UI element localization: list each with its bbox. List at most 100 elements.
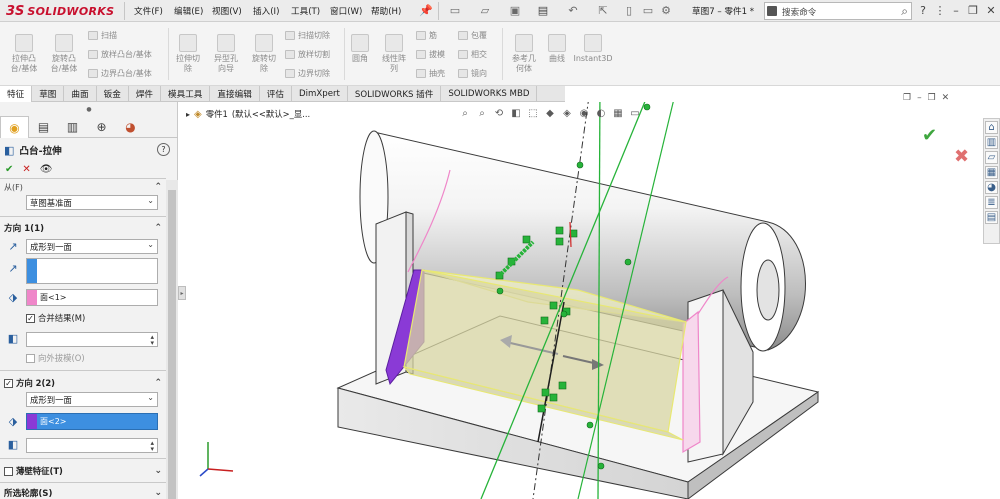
section-view-icon[interactable]: ◧ (509, 106, 523, 120)
hole-wizard-button[interactable]: 异型孔 向导 (208, 34, 244, 73)
rib-button[interactable]: 筋 (416, 30, 437, 41)
dimxpert-manager-tab-icon[interactable]: ⊕ (87, 116, 116, 138)
preview-eye-icon[interactable]: 👁 (40, 164, 53, 175)
confirm-cancel-icon[interactable]: ✖ (954, 146, 969, 167)
help-dropdown-icon[interactable]: ? (916, 3, 930, 18)
chevron-down-icon[interactable]: ⌄ (154, 466, 162, 476)
thin-feature-checkbox[interactable]: 薄壁特征(T) (4, 465, 63, 477)
extrude-cut-button[interactable]: 拉伸切 除 (170, 34, 206, 73)
direction-1-face-field[interactable]: 面<1> (26, 289, 158, 306)
property-manager-tab-icon[interactable]: ◉ (0, 116, 29, 138)
intersect-button[interactable]: 相交 (458, 49, 487, 60)
boundary-cut-button[interactable]: 边界切除 (285, 68, 330, 79)
tab-sheet-metal[interactable]: 钣金 (97, 86, 129, 102)
open-folder-icon[interactable]: ▱ (478, 4, 492, 17)
spin-arrows-icon[interactable]: ▴ ▾ (150, 440, 154, 453)
draft-button[interactable]: 拔模 (416, 49, 445, 60)
chevron-up-icon[interactable]: ⌃ (154, 182, 162, 192)
viewport-minimize-icon[interactable]: – (917, 93, 922, 105)
section-direction-2[interactable]: ✓ 方向 2(2) ⌃ (4, 376, 166, 390)
restore-button[interactable]: ❐ (966, 3, 980, 18)
menu-view[interactable]: 视图(V) (212, 3, 242, 19)
viewport-restore-icon[interactable]: ❐ (903, 93, 911, 105)
graphics-area[interactable] (178, 102, 1000, 499)
pin-icon[interactable]: 📌 (419, 4, 433, 17)
wrap-button[interactable]: 包覆 (458, 30, 487, 41)
save-icon[interactable]: ▣ (508, 4, 522, 17)
previous-view-icon[interactable]: ⟲ (492, 106, 506, 120)
direction-2-draft-spinner[interactable]: ▴ ▾ (26, 438, 158, 453)
hide-show-items-icon[interactable]: ◉ (577, 106, 591, 120)
display-style-icon[interactable]: ◈ (560, 106, 574, 120)
tab-weldments[interactable]: 焊件 (129, 86, 162, 102)
ok-check-icon[interactable]: ✔ (5, 164, 13, 175)
tab-mold-tools[interactable]: 模具工具 (161, 86, 211, 102)
feature-tree-flyout[interactable]: ▸ ◈ 零件1 (默认<<默认>_显... (186, 107, 310, 121)
boundary-boss-button[interactable]: 边界凸台/基体 (88, 68, 152, 79)
view-settings-icon[interactable]: ▭ (628, 106, 642, 120)
more-icon[interactable]: ⋮ (933, 3, 947, 18)
section-direction-1[interactable]: 方向 1(1) ⌃ (4, 221, 166, 235)
zoom-to-fit-icon[interactable]: ⌕ (458, 106, 472, 120)
merge-result-checkbox[interactable]: ✓ 合并结果(M) (26, 312, 85, 324)
fillet-button[interactable]: 圆角 (346, 34, 374, 64)
search-commands-input[interactable]: 搜索命令 ⌕ (764, 2, 912, 20)
options-gear-icon[interactable]: ⚙ (659, 4, 673, 17)
tab-solidworks-addins[interactable]: SOLIDWORKS 插件 (348, 86, 442, 102)
sweep-button[interactable]: 扫描 (88, 30, 117, 41)
direction-2-face-field[interactable]: 面<2> (26, 413, 158, 430)
dynamic-annotation-icon[interactable]: ⬚ (526, 106, 540, 120)
curves-button[interactable]: 曲线 (543, 34, 571, 64)
minimize-button[interactable]: – (949, 3, 963, 18)
design-library-icon[interactable]: ▥ (985, 136, 998, 149)
file-properties-icon[interactable]: ▭ (641, 4, 655, 17)
direction-1-end-condition-select[interactable]: 成形到一面 ⌄ (26, 239, 158, 254)
zoom-to-area-icon[interactable]: ⌕ (475, 106, 489, 120)
custom-properties-icon[interactable]: ≣ (985, 196, 998, 209)
linear-pattern-button[interactable]: 线性阵 列 (376, 34, 412, 73)
tab-dimxpert[interactable]: DimXpert (292, 86, 348, 102)
section-selected-contours[interactable]: 所选轮廓(S) ⌄ (4, 486, 166, 499)
lofted-cut-button[interactable]: 放样切割 (285, 49, 330, 60)
section-from[interactable]: 从(F) ⌃ (4, 180, 166, 194)
reference-geometry-button[interactable]: 参考几 何体 (506, 34, 542, 73)
menu-insert[interactable]: 插入(I) (253, 3, 279, 19)
tab-direct-editing[interactable]: 直接编辑 (210, 86, 260, 102)
tab-evaluate[interactable]: 评估 (260, 86, 292, 102)
menu-file[interactable]: 文件(F) (134, 3, 163, 19)
display-manager-tab-icon[interactable]: ◕ (116, 116, 145, 138)
menu-window[interactable]: 窗口(W) (330, 3, 362, 19)
view-palette-icon[interactable]: ▦ (985, 166, 998, 179)
home-icon[interactable]: ⌂ (985, 121, 998, 134)
scrollbar-thumb[interactable] (168, 190, 176, 499)
revolve-boss-button[interactable]: 旋转凸 台/基体 (44, 34, 84, 73)
close-button[interactable]: ✕ (984, 3, 998, 18)
solidworks-forum-icon[interactable]: ▤ (985, 211, 998, 224)
chevron-down-icon[interactable]: ⌄ (154, 488, 162, 498)
draft-angle-spinner[interactable]: ▴ ▾ (26, 332, 158, 347)
apply-scene-icon[interactable]: ▦ (611, 106, 625, 120)
mirror-button[interactable]: 镜向 (458, 68, 487, 79)
feature-manager-tab-icon[interactable]: ▤ (29, 116, 58, 138)
menu-edit[interactable]: 编辑(E) (174, 3, 203, 19)
bore-hole[interactable] (756, 259, 780, 321)
viewport-close-icon[interactable]: ✕ (942, 93, 950, 105)
model-view[interactable] (178, 102, 1000, 499)
search-scope-icon[interactable] (767, 6, 777, 16)
extrude-boss-button[interactable]: 拉伸凸 台/基体 (4, 34, 44, 73)
loft-button[interactable]: 放样凸台/基体 (88, 49, 152, 60)
direction-vector-field[interactable] (26, 258, 158, 284)
menu-tools[interactable]: 工具(T) (291, 3, 320, 19)
draft-outward-checkbox[interactable]: 向外拔模(O) (26, 352, 85, 364)
undo-icon[interactable]: ↶ (566, 4, 580, 17)
draft-icon[interactable]: ◧ (5, 436, 21, 452)
reverse-direction-icon[interactable]: ↗ (5, 238, 21, 254)
tab-solidworks-mbd[interactable]: SOLIDWORKS MBD (441, 86, 538, 102)
direction-2-checkbox[interactable]: ✓ 方向 2(2) (4, 377, 55, 389)
tab-features[interactable]: 特征 (0, 86, 33, 102)
section-thin-feature[interactable]: 薄壁特征(T) ⌄ (4, 464, 166, 478)
file-explorer-icon[interactable]: ▱ (985, 151, 998, 164)
print-icon[interactable]: ▤ (536, 4, 550, 17)
chevron-up-icon[interactable]: ⌃ (154, 378, 162, 388)
revolve-cut-button[interactable]: 旋转切 除 (246, 34, 282, 73)
